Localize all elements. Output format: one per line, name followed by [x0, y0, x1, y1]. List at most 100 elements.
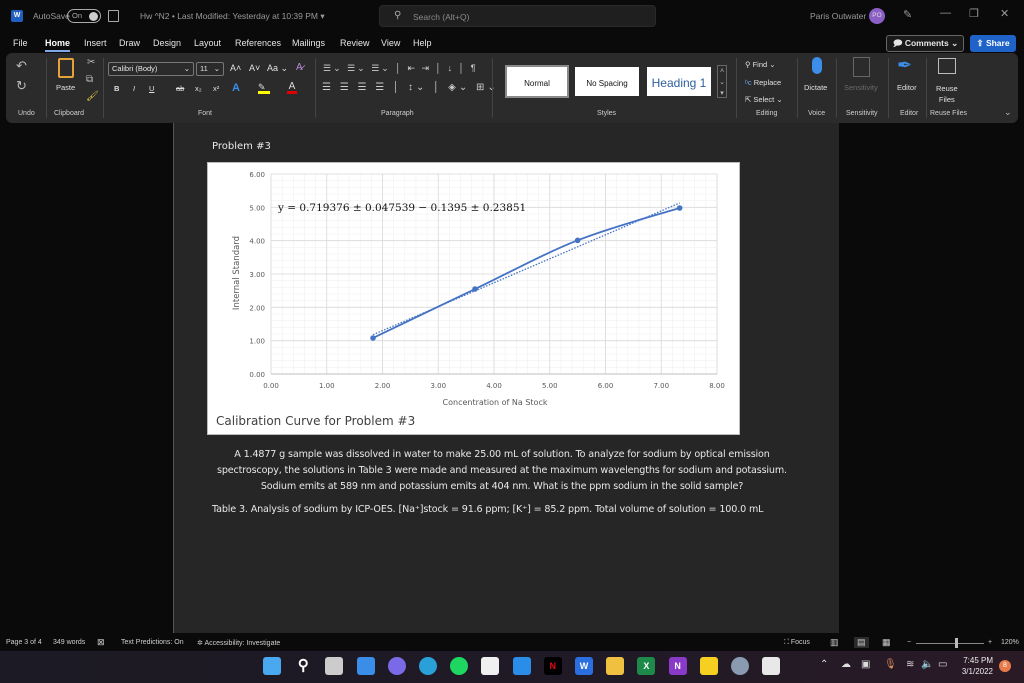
zoom-out-button[interactable]: −: [907, 639, 911, 646]
minimize-button[interactable]: —: [940, 7, 951, 19]
tab-references[interactable]: References: [235, 38, 281, 48]
tab-mailings[interactable]: Mailings: [292, 38, 325, 48]
underline-button[interactable]: U: [149, 84, 154, 93]
reuse-files-icon[interactable]: [938, 58, 956, 74]
list-buttons[interactable]: ☰⌄ ☰⌄ ☰⌄ │ ⇤ ⇥ │ ↓ │ ¶: [323, 63, 478, 74]
redo-icon[interactable]: ↻: [16, 78, 27, 94]
styles-scroll[interactable]: ˄ ⌄ ▾: [717, 65, 727, 98]
select-button[interactable]: ⇱ Select ⌄: [745, 95, 783, 104]
paste-icon[interactable]: [58, 58, 74, 78]
netflix-taskbar-icon[interactable]: N: [543, 657, 562, 675]
text-predictions-status[interactable]: Text Predictions: On: [121, 639, 184, 646]
search-taskbar-icon[interactable]: ⚲: [294, 657, 312, 675]
file-explorer-taskbar-icon[interactable]: [606, 657, 625, 675]
mail-taskbar-icon[interactable]: [512, 657, 531, 675]
shrink-font-button[interactable]: A˅: [249, 63, 260, 73]
text-effects-icon[interactable]: A: [232, 82, 240, 94]
snipping-tool-taskbar-icon[interactable]: [762, 657, 781, 675]
paste-label[interactable]: Paste: [56, 83, 75, 92]
accessibility-status[interactable]: ✲ Accessibility: Investigate: [197, 639, 280, 647]
tab-help[interactable]: Help: [413, 38, 432, 48]
tab-design[interactable]: Design: [153, 38, 181, 48]
start-taskbar-icon[interactable]: [263, 657, 281, 675]
restore-button[interactable]: ❐: [969, 7, 979, 20]
tab-insert[interactable]: Insert: [84, 38, 107, 48]
sticky-notes-taskbar-icon[interactable]: [699, 657, 718, 675]
excel-taskbar-icon[interactable]: X: [637, 657, 656, 675]
word-taskbar-icon[interactable]: W: [575, 657, 593, 675]
highlight-color-icon[interactable]: ✎: [258, 82, 270, 94]
volume-icon[interactable]: 🔈: [921, 659, 933, 670]
tab-file[interactable]: File: [13, 38, 28, 48]
print-layout-icon[interactable]: ▤: [854, 637, 869, 648]
superscript-button[interactable]: x²: [213, 84, 219, 93]
focus-button[interactable]: ⛶ Focus: [784, 639, 810, 647]
reuse-files-button[interactable]: Reuse Files: [936, 83, 958, 105]
cut-icon[interactable]: ✂: [87, 57, 95, 68]
microphone-icon[interactable]: 🎙: [884, 659, 897, 670]
clock[interactable]: 7:45 PM 3/1/2022: [957, 655, 993, 677]
search-input[interactable]: ⚲ Search (Alt+Q): [379, 5, 656, 27]
subscript-button[interactable]: x₂: [195, 84, 202, 93]
word-count[interactable]: 349 words: [53, 639, 85, 646]
alignment-buttons[interactable]: ☰ ☰ ☰ ☰ │ ↕⌄ │ ◈⌄ ⊞⌄: [322, 82, 499, 93]
zoom-slider[interactable]: [916, 643, 984, 644]
autosave-toggle[interactable]: On: [67, 9, 101, 23]
tab-home[interactable]: Home: [45, 38, 71, 52]
task-view-taskbar-icon[interactable]: [325, 657, 344, 675]
screen-icon[interactable]: ▣: [861, 659, 870, 670]
onenote-taskbar-icon[interactable]: N: [668, 657, 687, 675]
teams-chat-taskbar-icon[interactable]: [387, 657, 406, 675]
italic-button[interactable]: I: [133, 84, 135, 93]
undo-icon[interactable]: ↶: [16, 58, 27, 74]
zoom-level[interactable]: 120%: [1001, 639, 1019, 646]
zoom-slider-thumb[interactable]: [955, 638, 959, 648]
battery-icon[interactable]: ▭: [938, 659, 947, 670]
collapse-ribbon-icon[interactable]: ⌄: [1004, 107, 1012, 118]
pen-icon[interactable]: ✎: [903, 8, 912, 21]
chart[interactable]: 0.00 1.00 2.00 3.00 4.00 5.00 6.00 0.00 1.00 2.0…: [207, 162, 740, 435]
style-normal[interactable]: Normal: [505, 65, 569, 98]
save-icon[interactable]: [108, 10, 119, 22]
store-taskbar-icon[interactable]: [481, 657, 500, 675]
widgets-taskbar-icon[interactable]: [356, 657, 375, 675]
copy-icon[interactable]: ⧉: [86, 74, 93, 85]
document-title[interactable]: Hw ^N2 • Last Modified: Yesterday at 10:…: [140, 11, 325, 22]
bold-button[interactable]: B: [114, 84, 119, 93]
font-size-select[interactable]: 11 ⌄: [196, 62, 224, 76]
settings-taskbar-icon[interactable]: [731, 657, 749, 675]
font-color-icon[interactable]: A: [287, 82, 297, 94]
share-button[interactable]: ⇪ Share: [970, 35, 1016, 52]
replace-button[interactable]: ᵇc Replace: [745, 78, 781, 87]
dictate-button[interactable]: Dictate: [804, 83, 827, 92]
chevron-up-icon[interactable]: ⌃: [820, 659, 828, 670]
microphone-icon[interactable]: [812, 57, 822, 74]
edge-taskbar-icon[interactable]: [419, 657, 437, 675]
avatar[interactable]: PO: [869, 8, 885, 24]
proofing-icon[interactable]: ⊠: [97, 637, 105, 648]
tab-layout[interactable]: Layout: [194, 38, 221, 48]
change-case-button[interactable]: Aa ⌄: [267, 63, 288, 74]
style-no-spacing[interactable]: No Spacing: [573, 65, 641, 98]
editor-button[interactable]: Editor: [897, 83, 917, 92]
font-name-select[interactable]: Calibri (Body) ⌄: [108, 62, 194, 76]
page-count[interactable]: Page 3 of 4: [6, 639, 42, 646]
strikethrough-button[interactable]: ab: [176, 84, 184, 93]
tab-review[interactable]: Review: [340, 38, 370, 48]
style-heading-1[interactable]: Heading 1: [645, 65, 713, 98]
tab-view[interactable]: View: [381, 38, 400, 48]
close-button[interactable]: ✕: [1000, 7, 1009, 20]
clear-formatting-icon[interactable]: A̷: [296, 62, 303, 73]
notification-badge[interactable]: 8: [999, 660, 1011, 672]
web-layout-icon[interactable]: ▦: [882, 637, 891, 648]
format-painter-icon[interactable]: 🖌: [86, 91, 99, 102]
grow-font-button[interactable]: A˄: [230, 63, 241, 73]
read-mode-icon[interactable]: ▥: [830, 637, 839, 648]
wifi-icon[interactable]: ≋: [906, 659, 914, 670]
onedrive-icon[interactable]: ☁: [841, 659, 851, 670]
tab-draw[interactable]: Draw: [119, 38, 140, 48]
comments-button[interactable]: 🗩 Comments ⌄: [886, 35, 964, 52]
zoom-in-button[interactable]: +: [988, 639, 992, 646]
find-button[interactable]: ⚲ Find ⌄: [745, 60, 776, 69]
editor-icon[interactable]: ✒: [897, 55, 912, 76]
